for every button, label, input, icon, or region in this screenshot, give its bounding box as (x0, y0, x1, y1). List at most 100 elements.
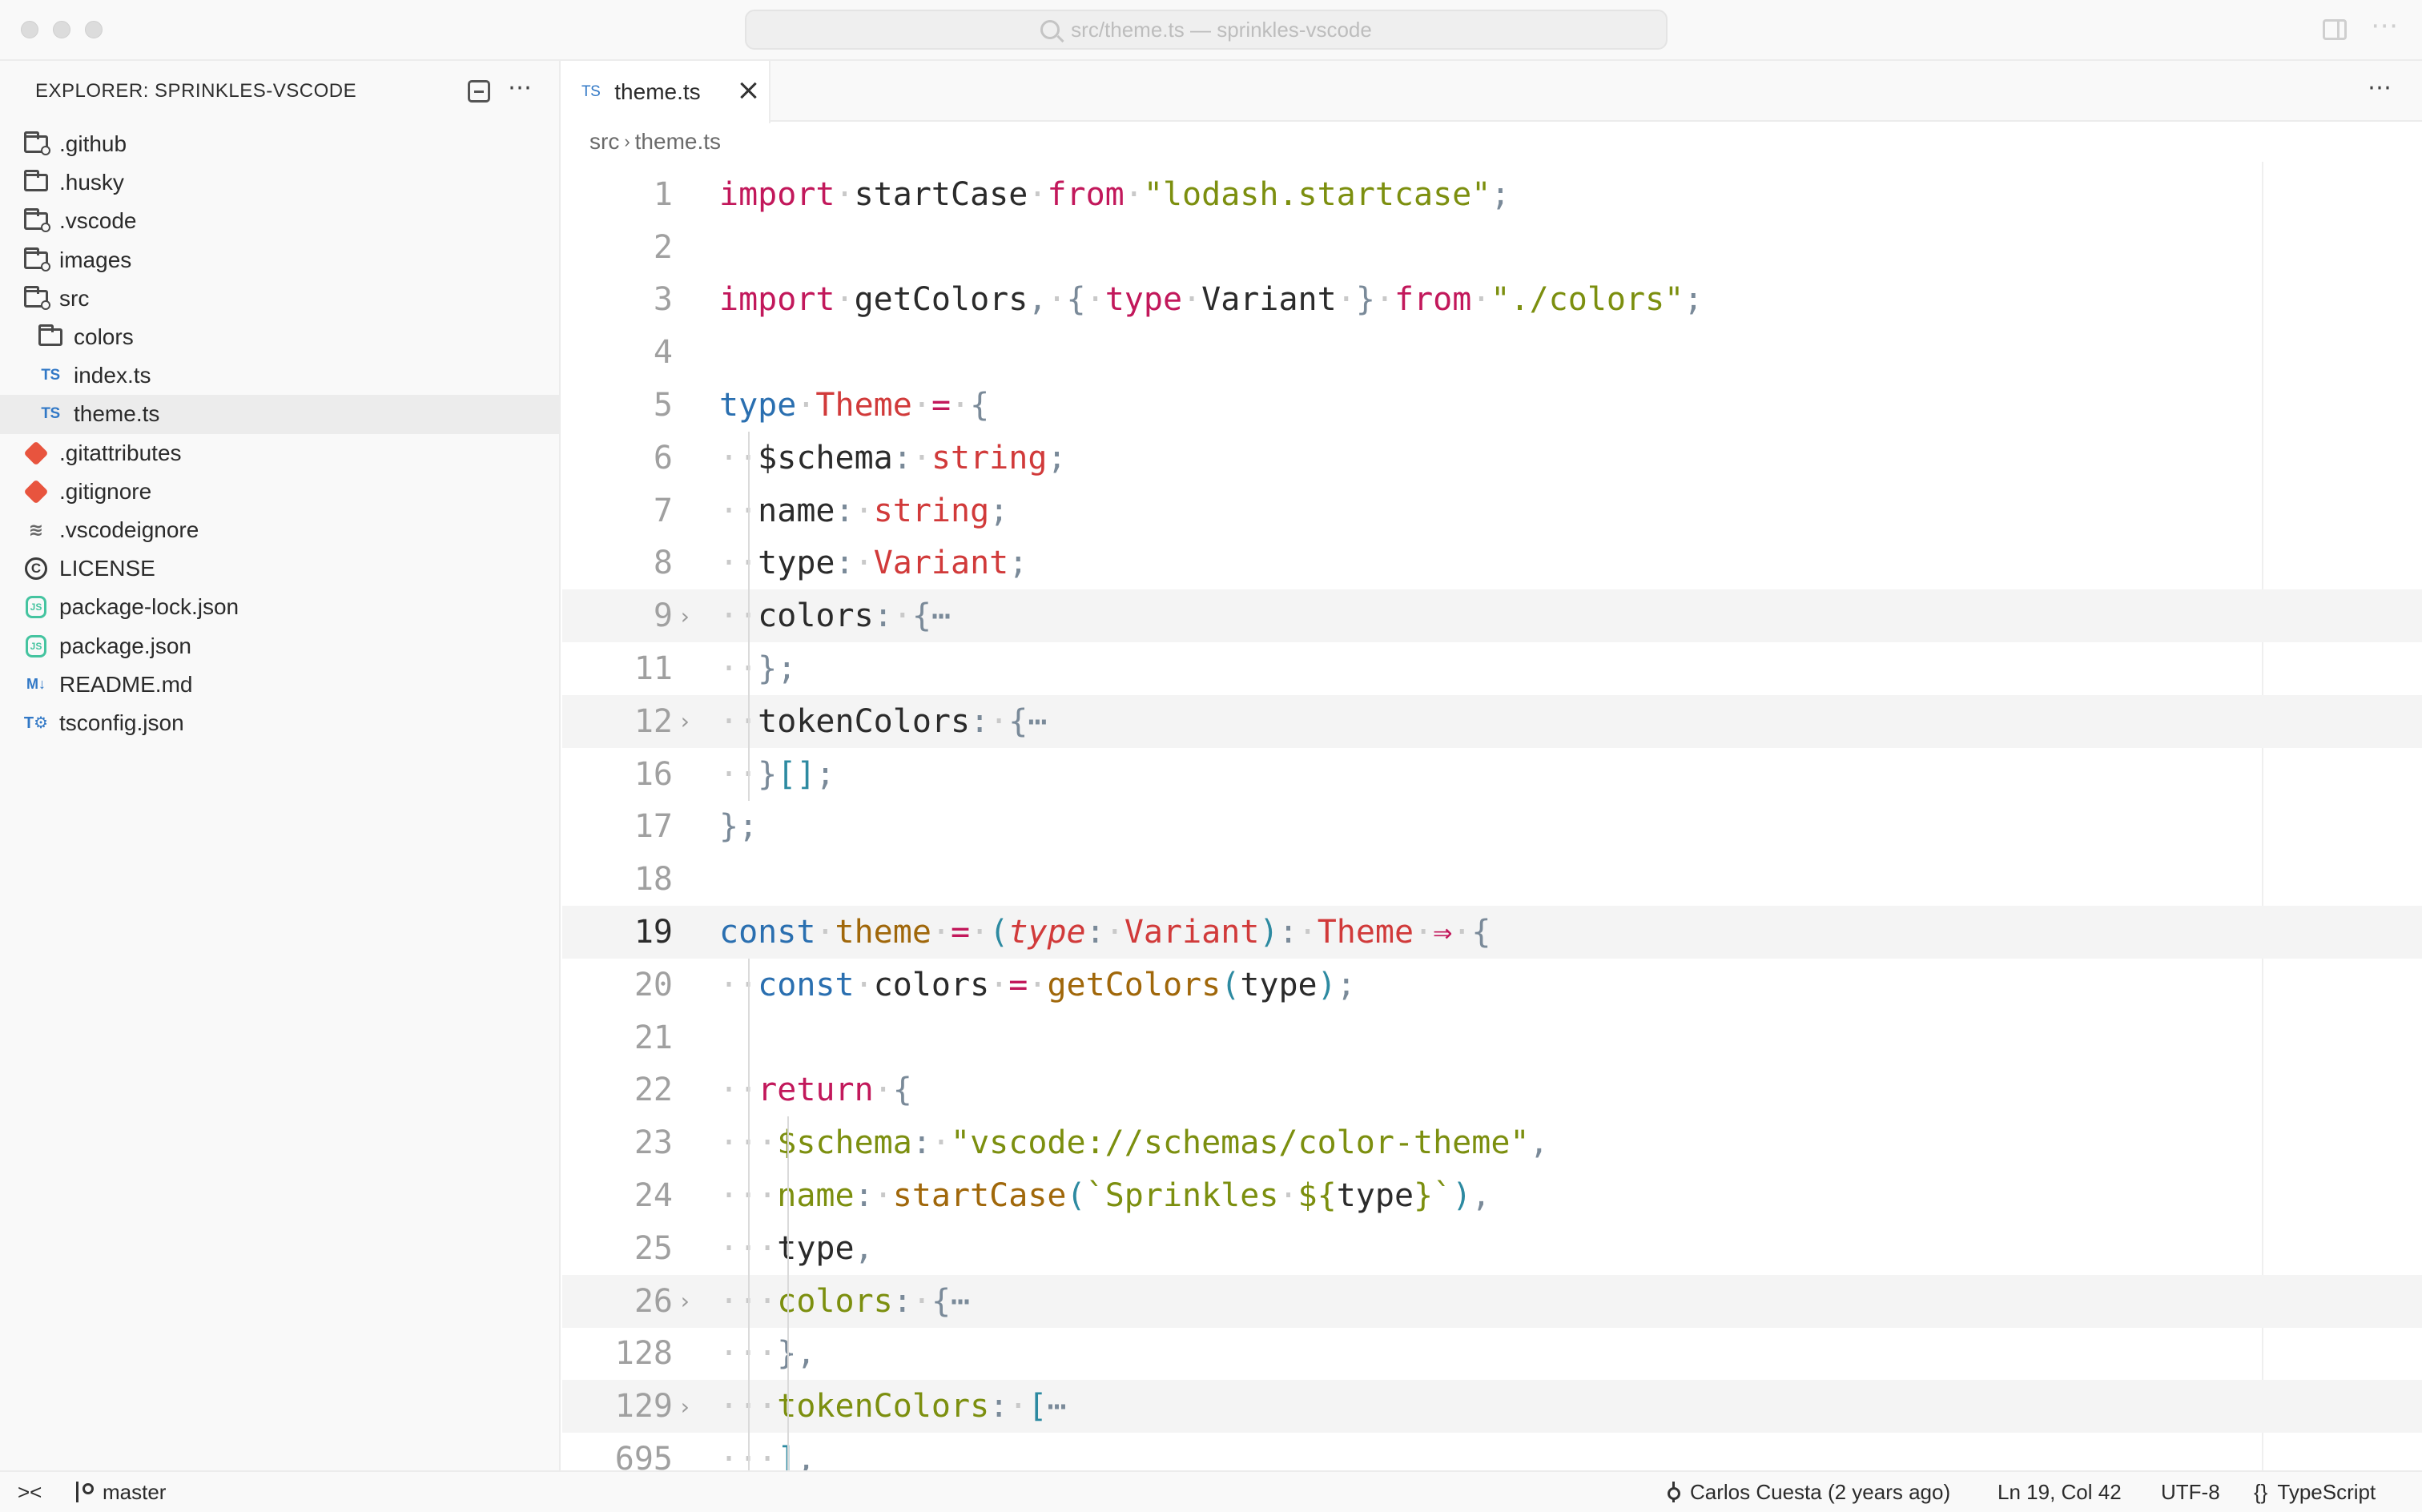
code-token: ) (1452, 1177, 1472, 1215)
sidebar-item[interactable]: C LICENSE (0, 549, 561, 588)
branch-indicator[interactable]: master (74, 1472, 166, 1512)
sidebar-item[interactable]: JS package.json (0, 626, 561, 665)
sidebar-item[interactable]: M↓ README.md (0, 666, 561, 704)
code-token: ·· (719, 492, 758, 529)
tab-theme-ts[interactable]: TS theme.ts (562, 61, 770, 123)
editor-more-icon[interactable]: ⋯ (2368, 74, 2393, 102)
sidebar-item[interactable]: .husky (0, 163, 561, 202)
breadcrumb-item[interactable]: theme.ts (635, 129, 721, 155)
encoding-indicator[interactable]: UTF-8 (2161, 1472, 2220, 1512)
toggle-secondary-sidebar-icon[interactable] (2323, 19, 2347, 40)
code-token: · (1085, 281, 1105, 319)
code-token: · (854, 492, 874, 529)
sidebar-item[interactable]: images (0, 241, 561, 279)
code-token: }; (719, 808, 758, 846)
code-token: ; (989, 492, 1009, 529)
sidebar-item[interactable]: ≋ .vscodeignore (0, 511, 561, 549)
code-line[interactable]: 1 import · startCase · from · "lodash.startcase… (562, 168, 2422, 221)
code-token: ·· (719, 597, 758, 635)
code-line[interactable]: 3 import · getColors, ·{· type · Variant ·} · from… (562, 274, 2422, 327)
code-line[interactable]: 4 (562, 326, 2422, 379)
sidebar-item[interactable]: TS theme.ts (0, 395, 561, 434)
code-view[interactable]: 1 import · startCase · from · "lodash.startcase… (562, 168, 2422, 1486)
indent-guide (748, 1169, 750, 1222)
sidebar-item[interactable]: JS package-lock.json (0, 588, 561, 626)
indent-guide (748, 694, 750, 748)
code-token: ) (1259, 914, 1279, 951)
git-blame-indicator[interactable]: Carlos Cuesta (2 years ago) (1664, 1472, 1950, 1512)
code-line[interactable]: 7 ·· name: · string; (562, 484, 2422, 537)
more-actions-icon[interactable]: ⋯ (2371, 10, 2400, 42)
code-token: · (1104, 914, 1124, 951)
code-line[interactable]: 23 ··· $schema: · "vscode://schemas/color-th… (562, 1116, 2422, 1170)
code-line[interactable]: 129 › ··· tokenColors: ·[⋯ (562, 1380, 2422, 1434)
code-line[interactable]: 20 ·· const · colors · = · getColors(type); (562, 958, 2422, 1011)
markdown-icon: M↓ (26, 676, 46, 693)
indent-guide (787, 1380, 789, 1434)
language-mode[interactable]: {} TypeScript (2254, 1472, 2376, 1512)
git-commit-icon (1664, 1482, 1682, 1502)
explorer-more-icon[interactable]: ⋯ (508, 74, 533, 102)
code-line[interactable]: 21 (562, 1011, 2422, 1064)
code-token: { (970, 387, 990, 424)
sidebar-item[interactable]: .gitattributes (0, 434, 561, 472)
code-line[interactable]: 2 (562, 221, 2422, 274)
code-line[interactable]: 6 ·· $schema: · string; (562, 431, 2422, 485)
code-line[interactable]: 128···}, (562, 1327, 2422, 1381)
code-token: : (854, 1177, 874, 1215)
code-line[interactable]: 25 ··· type, (562, 1221, 2422, 1275)
breadcrumb: src › theme.ts (562, 122, 2422, 162)
close-icon[interactable] (737, 78, 761, 103)
collapse-folders-icon[interactable] (468, 80, 490, 103)
code-token: : (1085, 914, 1105, 951)
sidebar-item[interactable]: TS index.ts (0, 356, 561, 395)
breadcrumb-item[interactable]: src (589, 129, 619, 155)
sidebar-item[interactable]: T⚙ tsconfig.json (0, 704, 561, 742)
code-line[interactable]: 17}; (562, 801, 2422, 854)
code-line[interactable]: 5 type · Theme · = ·{ (562, 379, 2422, 432)
minimize-window-button[interactable] (53, 21, 70, 38)
code-line[interactable]: 9 › ·· colors: ·{⋯ (562, 589, 2422, 643)
code-token: · (931, 914, 952, 951)
code-token: colors (873, 966, 990, 1003)
code-token: ${ (1298, 1177, 1337, 1215)
code-line[interactable]: 12 › ·· tokenColors: ·{⋯ (562, 694, 2422, 748)
line-number: 17 (634, 808, 673, 846)
code-token: ·· (719, 966, 758, 1003)
zoom-window-button[interactable] (85, 21, 103, 38)
close-window-button[interactable] (21, 21, 38, 38)
sidebar-item-label: images (59, 247, 132, 272)
code-token: type (1008, 914, 1086, 951)
code-token: { (892, 1072, 912, 1109)
code-token: , (1471, 1177, 1491, 1215)
code-line[interactable]: 8 ·· type: · Variant; (562, 537, 2422, 590)
sidebar-item[interactable]: colors (0, 318, 561, 356)
sidebar-item[interactable]: .gitignore (0, 472, 561, 511)
command-center[interactable]: src/theme.ts — sprinkles-vscode (745, 10, 1668, 50)
sidebar-item-label: index.ts (74, 363, 151, 388)
code-token: type (1104, 281, 1183, 319)
remote-indicator[interactable]: >< (18, 1472, 42, 1512)
sidebar-item[interactable]: .vscode (0, 202, 561, 240)
code-line[interactable]: 26 › ··· colors: ·{⋯ (562, 1274, 2422, 1328)
git-icon (22, 479, 50, 505)
chevron-right-icon[interactable]: › (673, 603, 697, 629)
chevron-right-icon[interactable]: › (673, 1393, 697, 1420)
code-line[interactable]: 16 ··}[]; (562, 747, 2422, 801)
code-token: · (1008, 1388, 1028, 1426)
code-line[interactable]: 19 const · theme · = ·(type: · Variant): · Theme · ⇒… (562, 906, 2422, 959)
chevron-right-icon[interactable]: › (673, 708, 697, 734)
code-token: type (1240, 966, 1318, 1003)
code-line[interactable]: 18 (562, 853, 2422, 906)
sidebar-item[interactable]: .github (0, 125, 561, 163)
sidebar-item-label: .gitignore (59, 478, 152, 504)
cursor-position[interactable]: Ln 19, Col 42 (1998, 1472, 2122, 1512)
sidebar-item[interactable]: src (0, 279, 561, 318)
code-line[interactable]: 22 ·· return ·{ (562, 1064, 2422, 1117)
code-line[interactable]: 24 ··· name: · startCase(`Sprinkles · ${type}`… (562, 1169, 2422, 1222)
code-line[interactable]: 11 ··}; (562, 642, 2422, 695)
chevron-right-icon: › (624, 131, 630, 151)
code-token: · (1414, 914, 1434, 951)
chevron-right-icon[interactable]: › (673, 1288, 697, 1314)
sidebar-item-label: LICENSE (59, 556, 155, 581)
